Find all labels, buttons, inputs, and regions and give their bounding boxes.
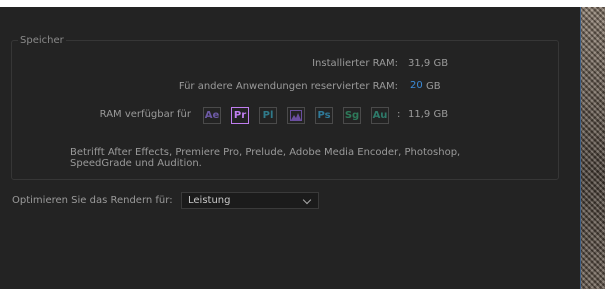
chevron-down-icon bbox=[302, 195, 312, 205]
photoshop-icon: Ps bbox=[315, 107, 333, 124]
installed-ram-value: 31,9 GB bbox=[408, 58, 449, 69]
prelude-icon: Pl bbox=[259, 107, 277, 124]
background-photo bbox=[580, 7, 605, 289]
media-encoder-icon bbox=[287, 107, 305, 124]
reserved-ram-input[interactable]: 20 bbox=[410, 80, 423, 91]
top-strip bbox=[0, 0, 580, 7]
ram-available-separator: : bbox=[397, 109, 401, 120]
render-optimize-value: Leistung bbox=[188, 195, 231, 206]
after-effects-icon: Ae bbox=[203, 107, 221, 124]
render-optimize-select[interactable]: Leistung bbox=[181, 192, 319, 209]
premiere-pro-icon: Pr bbox=[231, 107, 249, 124]
reserved-ram-label: Für andere Anwendungen reservierter RAM: bbox=[178, 81, 398, 92]
ram-available-label: RAM verfügbar für bbox=[99, 109, 191, 120]
speedgrade-icon: Sg bbox=[343, 107, 361, 124]
installed-ram-label: Installierter RAM: bbox=[312, 58, 398, 69]
memory-group-title: Speicher bbox=[18, 35, 66, 46]
ram-available-value: 11,9 GB bbox=[408, 109, 449, 120]
render-optimize-label: Optimieren Sie das Rendern für: bbox=[12, 195, 173, 206]
reserved-ram-unit: GB bbox=[426, 81, 441, 92]
memory-description: Betrifft After Effects, Premiere Pro, Pr… bbox=[70, 147, 461, 169]
top-strip-right bbox=[580, 0, 605, 7]
audition-icon: Au bbox=[371, 107, 389, 124]
